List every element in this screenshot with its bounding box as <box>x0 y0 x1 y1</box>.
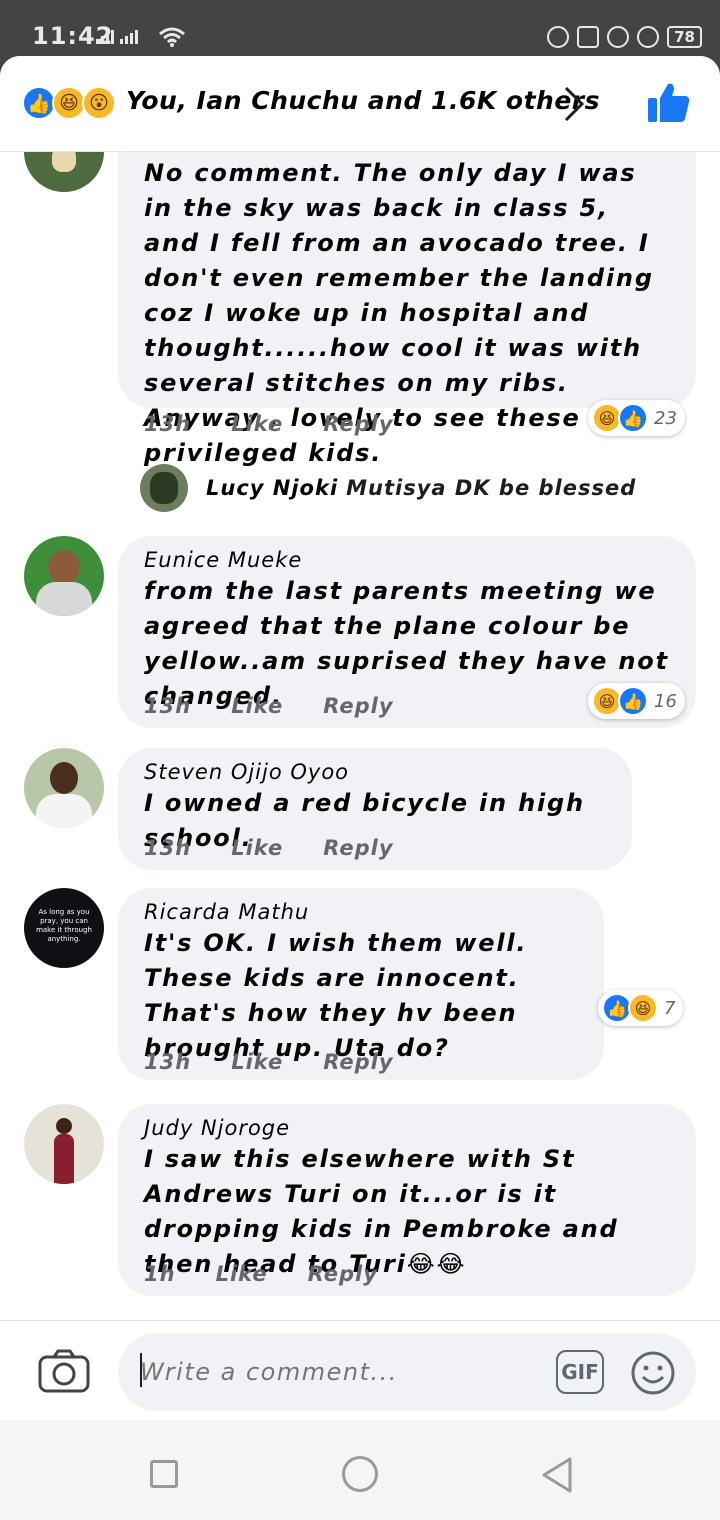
reply-text: Lucy Njoki Mutisya DK be blessed <box>206 476 636 500</box>
avatar <box>140 464 188 512</box>
reaction-pill[interactable]: 😆 👍 16 <box>588 683 685 719</box>
reply-author[interactable]: Lucy Njoki <box>206 476 338 500</box>
alarm-icon <box>637 26 660 48</box>
reply-link[interactable]: Reply <box>308 1262 378 1286</box>
home-button[interactable] <box>342 1456 378 1492</box>
comments-sheet: 👍 😆 😮 You, Ian Chuchu and 1.6K others No… <box>0 56 720 1520</box>
like-icon: 👍 <box>618 403 648 433</box>
like-link[interactable]: Like <box>231 412 283 436</box>
comment-input[interactable] <box>140 1355 540 1389</box>
comment-time: 13h <box>144 1050 192 1074</box>
comment-text: It's OK. I wish them well. These kids ar… <box>144 929 528 1062</box>
system-nav-bar <box>0 1420 720 1520</box>
comment-author[interactable]: Steven Ojijo Oyoo <box>144 760 606 784</box>
haha-icon: 😆 <box>628 993 658 1023</box>
comment-time: 1h <box>144 1262 176 1286</box>
comment-time: 13h <box>144 836 192 860</box>
comment-time: 13h <box>144 412 192 436</box>
back-icon[interactable] <box>540 1456 574 1494</box>
battery-icon: 78 <box>667 26 702 48</box>
signal-icon <box>120 30 138 44</box>
like-icon: 👍 <box>618 686 648 716</box>
reactions-header[interactable]: 👍 😆 😮 You, Ian Chuchu and 1.6K others <box>0 56 720 152</box>
avatar[interactable] <box>24 748 104 828</box>
comment-actions: 13h Like Reply <box>144 412 434 436</box>
data-saver-icon <box>547 26 570 48</box>
reply-link[interactable]: Reply <box>323 694 393 718</box>
comment-box[interactable]: GIF <box>118 1333 696 1411</box>
mute-icon <box>577 26 600 48</box>
wifi-icon <box>159 27 185 47</box>
recents-button[interactable] <box>150 1460 178 1488</box>
comment-text: I saw this elsewhere with St Andrews Tur… <box>144 1145 619 1278</box>
like-link[interactable]: Like <box>216 1262 268 1286</box>
reply-body: Mutisya DK be blessed <box>346 476 637 500</box>
comment-actions: 13h Like Reply <box>144 1050 434 1074</box>
reaction-count: 23 <box>654 407 677 429</box>
text-cursor <box>140 1353 142 1387</box>
reply-link[interactable]: Reply <box>323 412 393 436</box>
reply-link[interactable]: Reply <box>323 836 393 860</box>
like-icon: 👍 <box>22 86 56 120</box>
reactions-summary[interactable]: You, Ian Chuchu and 1.6K others <box>126 86 600 115</box>
reply-link[interactable]: Reply <box>323 1050 393 1074</box>
comment-composer: GIF <box>0 1320 720 1420</box>
lock-icon <box>607 26 630 48</box>
like-link[interactable]: Like <box>231 836 283 860</box>
reaction-pill[interactable]: 👍 😆 7 <box>598 990 684 1026</box>
avatar[interactable] <box>24 1104 104 1184</box>
like-link[interactable]: Like <box>231 694 283 718</box>
comment-author[interactable]: Ricarda Mathu <box>144 900 578 924</box>
reaction-count: 16 <box>654 690 677 712</box>
signal-icons <box>96 30 138 44</box>
reaction-stack: 👍 😆 😮 <box>22 86 116 120</box>
comment-time: 13h <box>144 694 192 718</box>
like-link[interactable]: Like <box>231 1050 283 1074</box>
chevron-right-icon[interactable] <box>562 84 586 124</box>
avatar-caption: As long as you pray, you can make it thr… <box>36 908 92 943</box>
reaction-count: 7 <box>664 997 676 1019</box>
reaction-pill[interactable]: 😆 👍 23 <box>588 400 685 436</box>
comment-actions: 13h Like Reply <box>144 694 434 718</box>
like-button-icon[interactable] <box>646 80 692 126</box>
haha-icon: 😆 <box>52 86 86 120</box>
comment-author[interactable]: Judy Njoroge <box>144 1116 670 1140</box>
comment-author[interactable]: Eunice Mueke <box>144 548 670 572</box>
comment-bubble[interactable]: No comment. The only day I was in the sk… <box>118 152 696 467</box>
camera-icon[interactable] <box>38 1349 90 1393</box>
wow-icon: 😮 <box>82 86 116 120</box>
status-right: 78 <box>547 26 702 48</box>
signal-icon <box>96 30 114 44</box>
comment-actions: 1h Like Reply <box>144 1262 418 1286</box>
avatar[interactable]: As long as you pray, you can make it thr… <box>24 888 104 968</box>
emoji-icon[interactable] <box>630 1350 676 1396</box>
gif-button[interactable]: GIF <box>556 1350 604 1394</box>
avatar[interactable] <box>24 536 104 616</box>
comment-actions: 13h Like Reply <box>144 836 434 860</box>
